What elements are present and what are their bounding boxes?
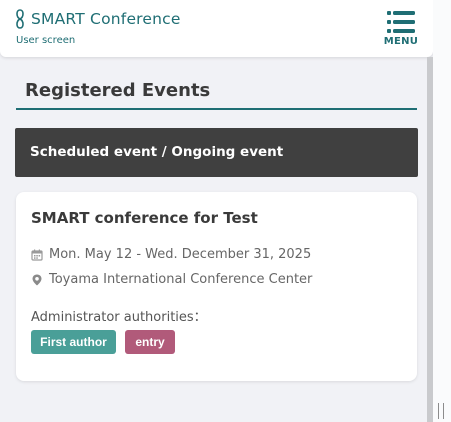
screen-subtitle: User screen — [16, 35, 76, 46]
title-divider — [16, 108, 417, 110]
location-pin-icon — [32, 274, 42, 285]
resize-handle[interactable] — [438, 403, 444, 419]
page: SMART Conference User screen MENU Regist… — [0, 0, 433, 422]
page-title: Registered Events — [25, 80, 211, 101]
event-venue: Toyama International Conference Center — [49, 272, 313, 287]
event-date-range: Mon. May 12 - Wed. December 31, 2025 — [49, 247, 312, 262]
badge-first-author: First author — [31, 330, 116, 354]
logo[interactable]: SMART Conference — [14, 8, 181, 30]
admin-authorities-label: Administrator authorities： — [31, 310, 207, 325]
calendar-icon — [31, 249, 43, 261]
right-panel-edge — [433, 0, 451, 422]
smart-logo-icon — [16, 9, 24, 29]
badge-entry: entry — [125, 330, 175, 354]
menu-label: MENU — [383, 36, 419, 47]
event-status-label: Scheduled event / Ongoing event — [30, 144, 284, 160]
menu-button[interactable]: MENU — [382, 11, 420, 51]
event-status-band: Scheduled event / Ongoing event — [15, 128, 418, 177]
event-date-row: Mon. May 12 - Wed. December 31, 2025 — [31, 247, 311, 262]
hamburger-icon — [387, 11, 415, 33]
app-header: SMART Conference User screen MENU — [0, 0, 433, 57]
app-title: SMART Conference — [31, 10, 181, 28]
event-title[interactable]: SMART conference for Test — [31, 209, 258, 227]
event-venue-row: Toyama International Conference Center — [31, 272, 312, 287]
event-card[interactable]: SMART conference for Test Mon. May 12 - … — [16, 192, 417, 381]
